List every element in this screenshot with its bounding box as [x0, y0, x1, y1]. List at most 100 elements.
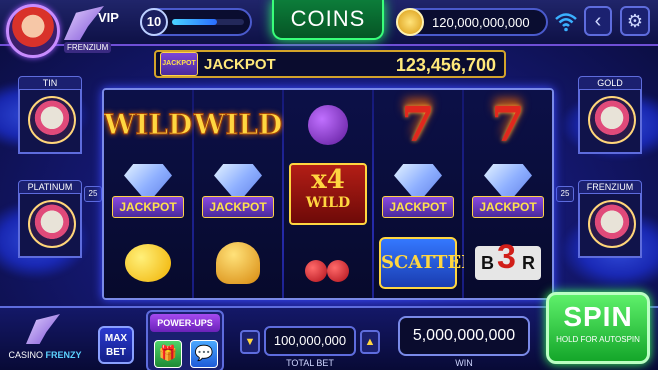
tier-gold[interactable]: GOLD [578, 76, 642, 154]
mascot-portrait [588, 200, 636, 248]
jackpot-ribbon: JACKPOT [202, 195, 274, 218]
scatter-symbol: SCATTER [379, 236, 476, 289]
wing-icon [26, 314, 60, 344]
slot-reels: WILD JACKPOT WILD JACKPOT x4 WILD 7 JACK… [102, 88, 554, 300]
vip-badge[interactable]: VIP FRENZIUM [60, 4, 124, 56]
settings-button[interactable]: ⚙ [620, 6, 650, 36]
level-progress-bar [172, 19, 244, 25]
reel-cell: JACKPOT [464, 159, 552, 228]
cherry-icon [305, 259, 327, 282]
chat-button[interactable]: 💬 [190, 340, 218, 368]
coin-balance[interactable]: 120,000,000,000 [396, 8, 548, 36]
mascot-portrait [588, 96, 636, 144]
triangle-down-icon: ▼ [244, 336, 256, 348]
jackpot-value: 123,456,700 [395, 55, 496, 75]
back-button[interactable]: ‹ [584, 6, 612, 36]
reel: WILD JACKPOT [193, 90, 283, 298]
reel-cell: SCATTER [374, 228, 476, 297]
max-bet-line: BET [106, 347, 126, 358]
bar-number: 3 [497, 237, 516, 276]
wifi-icon [555, 13, 577, 32]
jackpot-banner: JACKPOT JACKPOT 123,456,700 [154, 50, 506, 78]
tier-label: PLATINUM [18, 180, 82, 194]
logo-word: FRENZY [45, 350, 82, 360]
reel-cell: 7 [464, 90, 552, 159]
reel: x4 WILD [284, 90, 372, 298]
reel-cell: 7 [374, 90, 462, 159]
gear-icon: ⚙ [626, 11, 644, 31]
reel: 7 JACKPOT B 3 R [464, 90, 552, 298]
mascot-portrait [28, 200, 76, 248]
max-bet-button[interactable]: MAX BET [98, 326, 134, 364]
x4-wild-symbol: x4 WILD [289, 162, 367, 225]
spin-button[interactable]: SPIN HOLD FOR AUTOSPIN [546, 292, 650, 364]
reel-cell [194, 228, 282, 297]
reel-cell [284, 228, 372, 297]
gift-button[interactable]: 🎁 [154, 340, 182, 368]
reel-cell [104, 228, 192, 297]
max-bet-line: MAX [104, 333, 128, 344]
chat-icon: 💬 [194, 345, 214, 362]
jackpot-ribbon: JACKPOT [112, 195, 184, 218]
tier-label: FRENZIUM [578, 180, 642, 194]
seven-symbol: 7 [401, 96, 435, 153]
coin-icon [396, 8, 424, 36]
jackpot-logo: JACKPOT [160, 52, 198, 76]
level-indicator[interactable]: 10 [140, 8, 252, 36]
bet-decrease-button[interactable]: ▼ [240, 330, 260, 354]
jackpot-symbol: JACKPOT [468, 162, 548, 226]
spin-label: SPIN [563, 301, 633, 332]
multiplier-text: x4 [311, 164, 345, 195]
tier-frenzium[interactable]: FRENZIUM [578, 180, 642, 258]
bet-increase-button[interactable]: ▲ [360, 330, 380, 354]
logo-text: CASINO FRENZY [4, 350, 86, 360]
reel-cell: WILD [103, 90, 193, 159]
wild-symbol: WILD [103, 108, 193, 142]
reel-cell: JACKPOT [194, 159, 282, 228]
wild-symbol: WILD [193, 108, 283, 142]
logo-word: CASINO [8, 350, 43, 360]
reel-cell [284, 90, 372, 159]
reel-cell: B 3 R [464, 228, 552, 297]
reel: 7 JACKPOT SCATTER [374, 90, 476, 298]
coin-balance-value: 120,000,000,000 [432, 15, 530, 30]
jackpot-symbol: JACKPOT [378, 162, 458, 226]
vip-label: VIP [98, 10, 119, 25]
total-bet-value: 100,000,000 [264, 326, 356, 356]
jackpot-symbol: JACKPOT [108, 162, 188, 226]
tier-portrait [578, 194, 642, 258]
player-avatar[interactable] [6, 4, 60, 58]
wild-text: WILD [305, 194, 351, 211]
cherry-icon [327, 259, 349, 282]
tier-count: 25 [84, 186, 102, 202]
cherries-icon [301, 240, 355, 286]
reel-cell: JACKPOT [104, 159, 192, 228]
bell-icon [216, 241, 260, 284]
win-value: 5,000,000,000 [398, 316, 530, 356]
win-label: WIN [455, 358, 473, 368]
mascot-portrait [28, 96, 76, 144]
reel-cell: WILD [193, 90, 283, 159]
level-number: 10 [140, 8, 168, 36]
total-bet-label: TOTAL BET [286, 358, 334, 368]
triangle-up-icon: ▲ [364, 336, 376, 348]
tier-tin[interactable]: TIN [18, 76, 82, 154]
autospin-hint: HOLD FOR AUTOSPIN [556, 335, 640, 344]
level-progress-fill [172, 19, 217, 25]
chevron-left-icon: ‹ [594, 10, 602, 32]
tier-platinum[interactable]: PLATINUM [18, 180, 82, 258]
seven-symbol: 7 [491, 96, 525, 153]
reel: WILD JACKPOT [103, 90, 193, 298]
jackpot-ribbon: JACKPOT [382, 195, 454, 218]
lemon-icon [125, 243, 171, 282]
tier-portrait [18, 194, 82, 258]
reel-cell: JACKPOT [374, 159, 462, 228]
coins-store-button[interactable]: COINS [272, 0, 384, 40]
jackpot-label: JACKPOT [204, 56, 276, 73]
tier-portrait [578, 90, 642, 154]
bar-three-symbol: B 3 R [475, 240, 541, 280]
tier-label: GOLD [578, 76, 642, 90]
jackpot-ribbon: JACKPOT [472, 195, 544, 218]
game-screen: 10 COINS 120,000,000,000 ‹ ⚙ VIP FRENZIU… [0, 0, 658, 370]
tier-label: TIN [18, 76, 82, 90]
